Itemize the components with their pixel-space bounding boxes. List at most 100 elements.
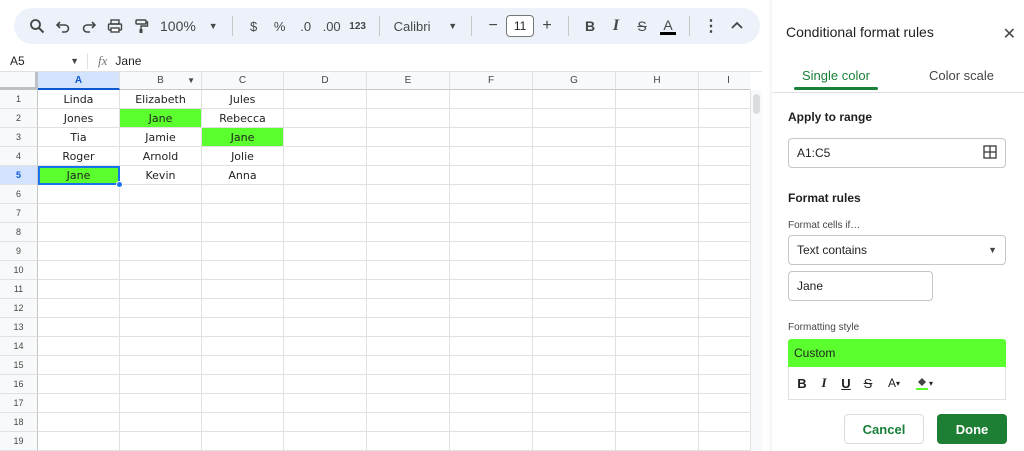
cell[interactable] bbox=[699, 299, 750, 318]
cell[interactable] bbox=[284, 204, 367, 223]
cell[interactable] bbox=[367, 356, 450, 375]
grid-select-icon[interactable] bbox=[983, 144, 997, 162]
cell[interactable] bbox=[38, 185, 120, 204]
cell[interactable] bbox=[202, 242, 284, 261]
column-header[interactable]: I bbox=[699, 72, 750, 90]
row-header[interactable]: 16 bbox=[0, 375, 38, 394]
cell[interactable] bbox=[38, 375, 120, 394]
select-all-corner[interactable] bbox=[0, 72, 38, 90]
done-button[interactable]: Done bbox=[937, 414, 1007, 444]
column-header[interactable]: B ▼ bbox=[120, 72, 202, 90]
cell[interactable] bbox=[533, 261, 616, 280]
column-header[interactable]: E bbox=[367, 72, 450, 90]
row-header[interactable]: 14 bbox=[0, 337, 38, 356]
cell[interactable] bbox=[38, 280, 120, 299]
cell[interactable] bbox=[120, 337, 202, 356]
cell[interactable] bbox=[699, 185, 750, 204]
cell[interactable] bbox=[699, 242, 750, 261]
cell[interactable] bbox=[616, 432, 699, 451]
cell[interactable] bbox=[38, 223, 120, 242]
cell[interactable] bbox=[367, 375, 450, 394]
cell[interactable] bbox=[284, 299, 367, 318]
cell[interactable] bbox=[120, 394, 202, 413]
cell[interactable] bbox=[450, 204, 533, 223]
cell[interactable] bbox=[284, 356, 367, 375]
increase-font-size-button[interactable]: + bbox=[534, 12, 560, 40]
cell[interactable] bbox=[38, 413, 120, 432]
column-header[interactable]: C bbox=[202, 72, 284, 90]
cell[interactable] bbox=[616, 394, 699, 413]
row-header[interactable]: 18 bbox=[0, 413, 38, 432]
cell[interactable] bbox=[450, 90, 533, 109]
cell[interactable] bbox=[616, 242, 699, 261]
cell[interactable] bbox=[699, 394, 750, 413]
cell[interactable] bbox=[284, 147, 367, 166]
cell[interactable] bbox=[120, 223, 202, 242]
italic-button[interactable]: I bbox=[603, 12, 629, 40]
row-header[interactable]: 9 bbox=[0, 242, 38, 261]
cell[interactable] bbox=[616, 299, 699, 318]
style-strikethrough-button[interactable]: S bbox=[859, 372, 877, 394]
cell[interactable] bbox=[38, 394, 120, 413]
percent-button[interactable]: % bbox=[267, 12, 293, 40]
cell[interactable] bbox=[284, 280, 367, 299]
cell[interactable] bbox=[616, 166, 699, 185]
paint-format-icon[interactable] bbox=[128, 12, 154, 40]
row-header[interactable]: 4 bbox=[0, 147, 38, 166]
cell[interactable] bbox=[450, 394, 533, 413]
cell[interactable] bbox=[450, 375, 533, 394]
name-box[interactable]: A5 ▼ bbox=[0, 52, 88, 69]
cell[interactable] bbox=[533, 356, 616, 375]
cell[interactable]: Kevin bbox=[120, 166, 202, 185]
cell[interactable] bbox=[120, 242, 202, 261]
cell[interactable] bbox=[284, 128, 367, 147]
cell[interactable] bbox=[120, 204, 202, 223]
cell[interactable]: Jane bbox=[120, 109, 202, 128]
cell[interactable]: Anna bbox=[202, 166, 284, 185]
cell[interactable] bbox=[367, 318, 450, 337]
cell[interactable] bbox=[367, 299, 450, 318]
cell[interactable] bbox=[284, 375, 367, 394]
cell[interactable]: Roger bbox=[38, 147, 120, 166]
cell[interactable] bbox=[450, 242, 533, 261]
column-header[interactable]: G bbox=[533, 72, 616, 90]
more-formats-button[interactable]: 123 bbox=[345, 12, 371, 40]
formula-input[interactable]: Jane bbox=[115, 54, 141, 68]
redo-icon[interactable] bbox=[76, 12, 102, 40]
row-header[interactable]: 6 bbox=[0, 185, 38, 204]
cell[interactable] bbox=[367, 242, 450, 261]
style-underline-button[interactable]: U bbox=[837, 372, 855, 394]
cell[interactable] bbox=[533, 432, 616, 451]
cell[interactable] bbox=[284, 337, 367, 356]
text-color-button[interactable]: A bbox=[655, 12, 681, 40]
cell[interactable] bbox=[120, 432, 202, 451]
column-header[interactable]: A bbox=[38, 72, 120, 90]
row-header[interactable]: 11 bbox=[0, 280, 38, 299]
cell[interactable] bbox=[699, 356, 750, 375]
cell[interactable] bbox=[367, 166, 450, 185]
decrease-decimal-button[interactable]: .0 bbox=[293, 12, 319, 40]
cell[interactable] bbox=[202, 356, 284, 375]
cell[interactable] bbox=[202, 204, 284, 223]
cell[interactable] bbox=[699, 147, 750, 166]
cell[interactable] bbox=[533, 185, 616, 204]
cell[interactable]: Arnold bbox=[120, 147, 202, 166]
cell[interactable] bbox=[367, 204, 450, 223]
cell[interactable] bbox=[367, 185, 450, 204]
scrollbar-thumb[interactable] bbox=[753, 94, 760, 114]
cell[interactable] bbox=[202, 261, 284, 280]
cell[interactable] bbox=[284, 432, 367, 451]
cell[interactable] bbox=[38, 242, 120, 261]
cell[interactable] bbox=[533, 413, 616, 432]
style-fill-color-icon[interactable]: ▾ bbox=[911, 372, 937, 394]
cell[interactable] bbox=[699, 318, 750, 337]
cell[interactable]: Elizabeth bbox=[120, 90, 202, 109]
row-header[interactable]: 1 bbox=[0, 90, 38, 109]
cell[interactable] bbox=[367, 261, 450, 280]
cell[interactable] bbox=[202, 394, 284, 413]
cell[interactable] bbox=[699, 90, 750, 109]
cell[interactable] bbox=[699, 204, 750, 223]
cell[interactable] bbox=[284, 413, 367, 432]
cell[interactable] bbox=[38, 356, 120, 375]
cell[interactable] bbox=[284, 185, 367, 204]
